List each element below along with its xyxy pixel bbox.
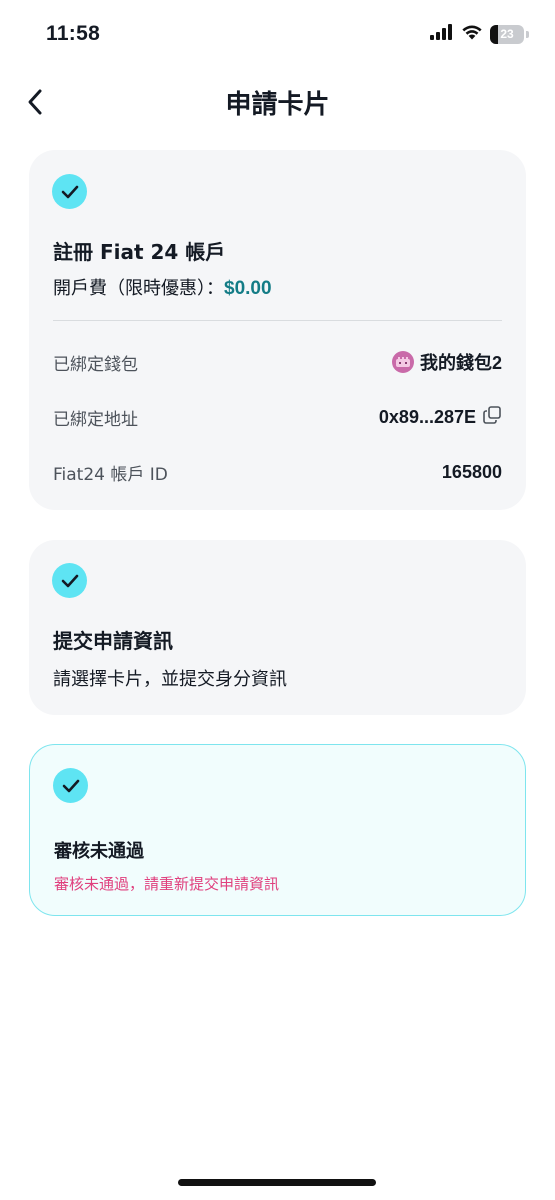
checkmark-icon	[52, 174, 87, 209]
home-indicator[interactable]	[178, 1179, 376, 1186]
divider	[53, 320, 502, 321]
fee-value: $0.00	[224, 278, 272, 299]
battery-icon: 23	[490, 24, 524, 44]
fee-line: 開戶費（限時優惠）：$0.00	[53, 274, 272, 300]
battery-fill	[490, 24, 498, 44]
step-submit-description: 請選擇卡片，並提交身分資訊	[53, 669, 287, 690]
fee-label: 開戶費（限時優惠）：	[53, 278, 224, 299]
status-icons: 23	[430, 24, 529, 44]
wifi-icon	[461, 24, 483, 44]
status-bar: 11:58 23	[0, 0, 555, 70]
apply-card-screen: 11:58 23 申請卡片 註冊 Fiat 24 帳戶 開戶費（限時優惠）：$0…	[0, 0, 555, 1200]
step-register-card: 註冊 Fiat 24 帳戶 開戶費（限時優惠）：$0.00 已綁定錢包 我的錢包…	[29, 150, 526, 510]
account-id-value: 165800	[441, 461, 502, 482]
step-register-title: 註冊 Fiat 24 帳戶	[53, 240, 226, 264]
battery-level: 23	[500, 27, 514, 41]
bound-address-value: 0x89...287E	[379, 405, 502, 430]
checkmark-icon	[53, 768, 88, 803]
bound-address-label: 已綁定地址	[53, 409, 138, 430]
cellular-signal-icon	[430, 24, 454, 44]
step-submit-card: 提交申請資訊 請選擇卡片，並提交身分資訊	[29, 540, 526, 715]
status-time: 11:58	[46, 22, 101, 45]
step-review-title: 審核未通過	[54, 841, 144, 862]
review-error-message: 審核未通過，請重新提交申請資訊	[54, 875, 280, 893]
step-review-card[interactable]: 審核未通過 審核未通過，請重新提交申請資訊	[29, 744, 526, 916]
bound-address-row: 已綁定地址 0x89...287E	[53, 403, 502, 431]
nav-header: 申請卡片	[0, 70, 555, 134]
checkmark-icon	[52, 563, 87, 598]
account-id-label: Fiat24 帳戶 ID	[53, 464, 168, 485]
step-submit-title: 提交申請資訊	[53, 629, 173, 653]
bound-wallet-value: 我的錢包2	[391, 349, 502, 375]
wallet-address: 0x89...287E	[378, 406, 476, 427]
battery-cap	[526, 30, 529, 38]
copy-icon[interactable]	[482, 405, 502, 430]
bound-wallet-row: 已綁定錢包 我的錢包2	[53, 348, 502, 376]
wallet-name: 我的錢包2	[419, 353, 502, 373]
page-title: 申請卡片	[225, 90, 330, 120]
wallet-avatar-icon	[391, 351, 414, 373]
account-id-row: Fiat24 帳戶 ID 165800	[53, 458, 502, 486]
bound-wallet-label: 已綁定錢包	[53, 354, 138, 375]
